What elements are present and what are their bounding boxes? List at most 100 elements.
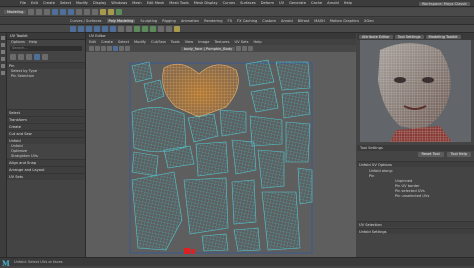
tab-modeling-toolkit[interactable]: Modeling Toolkit [425,34,461,39]
menu-edit[interactable]: Edit [31,1,38,5]
menu-arnold[interactable]: Arnold [327,1,339,5]
section-unfold[interactable]: Unfold [7,137,85,144]
menu-create[interactable]: Create [43,1,55,5]
rotate-tool-icon[interactable] [1,64,5,68]
multi-cut-icon[interactable] [158,25,164,32]
menu-mesh[interactable]: Mesh [132,1,141,5]
move-tool-icon[interactable] [1,57,5,61]
uv-mode-icon[interactable] [34,54,40,60]
poly-cylinder-icon[interactable] [86,25,92,32]
uv-toolkit-menu-help[interactable]: Help [29,40,37,45]
uv-toolkit-search-input[interactable]: Search... [10,46,82,51]
menu-mesh-display[interactable]: Mesh Display [194,1,218,5]
uv-move-icon[interactable] [95,46,100,51]
combine-icon[interactable] [118,25,124,32]
render-icon[interactable] [100,9,107,15]
section-create[interactable]: Create [7,123,85,130]
bridge-icon[interactable] [142,25,148,32]
shelf-tab-fx[interactable]: FX [228,19,233,23]
shelf-tab-arnold[interactable]: Arnold [281,19,293,23]
poly-plane-icon[interactable] [110,25,116,32]
uv-shading-icon[interactable] [125,46,130,51]
radio-pin-unselected[interactable]: Pin unselected UVs [365,194,470,199]
shelf-tab-custom[interactable]: Custom [262,19,276,23]
mode-selector[interactable]: Modeling [4,10,27,14]
poly-torus-icon[interactable] [102,25,108,32]
section-pin[interactable]: Pin [7,62,85,69]
section-align-snap[interactable]: Align and Snap [7,159,85,166]
menu-display[interactable]: Display [93,1,106,5]
new-scene-icon[interactable] [28,9,35,15]
menu-cache[interactable]: Cache [311,1,322,5]
scale-tool-icon[interactable] [1,71,5,75]
shelf-tab-rigging[interactable]: Rigging [162,19,176,23]
uv-toolkit-menu-options[interactable]: Options [11,40,25,45]
menu-deform[interactable]: Deform [261,1,274,5]
separate-icon[interactable] [126,25,132,32]
section-arrange-layout[interactable]: Arrange and Layout [7,166,85,173]
menu-surfaces[interactable]: Surfaces [240,1,256,5]
save-scene-icon[interactable] [44,9,51,15]
uv-exposure-icon[interactable] [242,46,248,51]
menu-curves[interactable]: Curves [223,1,235,5]
uv-editor-icon[interactable] [174,25,180,32]
shelf-tab-mash[interactable]: MASH [314,19,325,23]
lasso-tool-icon[interactable] [1,43,5,47]
uv-canvas[interactable] [86,52,356,257]
section-cut-and-sew[interactable]: Cut and Sew [7,130,85,137]
shelf-tab-fx-caching[interactable]: FX Caching [237,19,257,23]
select-by-component-icon[interactable] [68,9,75,15]
shelf-tab-bifrost[interactable]: Bifrost [298,19,310,23]
uv-selection-section[interactable]: UV Selection [357,221,474,227]
tool-help-button[interactable]: Tool Help [446,152,471,157]
3d-viewport[interactable] [360,40,471,142]
select-by-hierarchy-icon[interactable] [52,9,59,15]
open-scene-icon[interactable] [36,9,43,15]
menu-uv[interactable]: UV [279,1,284,5]
poly-cone-icon[interactable] [94,25,100,32]
uv-checker-icon[interactable] [119,46,124,51]
uv-shell-head[interactable] [162,63,239,118]
ipr-render-icon[interactable] [108,9,115,15]
workspace-selector[interactable]: Workspace: Maya Classic [418,1,470,6]
menu-edit-mesh[interactable]: Edit Mesh [147,1,165,5]
uv-selected-shells[interactable] [184,248,195,254]
menu-windows[interactable]: Windows [111,1,127,5]
section-uv-sets[interactable]: UV Sets [7,173,85,180]
shelf-tab-curves[interactable]: Curves / Surfaces [70,19,102,23]
section-transform[interactable]: Transform [7,116,85,123]
menu-modify[interactable]: Modify [76,1,88,5]
snap-point-icon[interactable] [92,9,99,15]
menu-help[interactable]: Help [344,1,352,5]
face-mode-icon[interactable] [26,54,32,60]
uv-shell-mode-icon[interactable] [42,54,48,60]
section-select[interactable]: Select [7,109,85,116]
tab-attribute-editor[interactable]: Attribute Editor [359,34,393,39]
uv-select-icon[interactable] [89,46,94,51]
uv-image-icon[interactable] [236,46,242,51]
shelf-tab-sculpting[interactable]: Sculpting [140,19,157,23]
target-weld-icon[interactable] [166,25,172,32]
render-settings-icon[interactable] [116,9,123,15]
menu-select[interactable]: Select [60,1,71,5]
shelf-tab-rendering[interactable]: Rendering [204,19,222,23]
uv-set-dropdown[interactable]: body_face | Pumpkin_Body [181,46,236,51]
select-tool-icon[interactable] [1,36,5,40]
menu-mesh-tools[interactable]: Mesh Tools [169,1,188,5]
shelf-tab-xgen[interactable]: XGen [364,19,374,23]
edge-mode-icon[interactable] [18,54,24,60]
tab-tool-settings[interactable]: Tool Settings [394,34,424,39]
vertex-mode-icon[interactable] [10,54,16,60]
bevel-icon[interactable] [150,25,156,32]
snap-curve-icon[interactable] [84,9,91,15]
unfold-settings-section[interactable]: Unfold Settings [357,228,474,234]
shelf-tab-animation[interactable]: Animation [181,19,199,23]
shelf-tab-poly-modeling[interactable]: Poly Modeling [106,19,136,23]
uv-scale-icon[interactable] [107,46,112,51]
reset-tool-button[interactable]: Reset Tool [417,152,444,157]
menu-generate[interactable]: Generate [289,1,306,5]
paint-select-icon[interactable] [1,50,5,54]
poly-cube-icon[interactable] [78,25,84,32]
select-by-object-icon[interactable] [60,9,67,15]
shelf-tab-motion-graphics[interactable]: Motion Graphics [330,19,359,23]
